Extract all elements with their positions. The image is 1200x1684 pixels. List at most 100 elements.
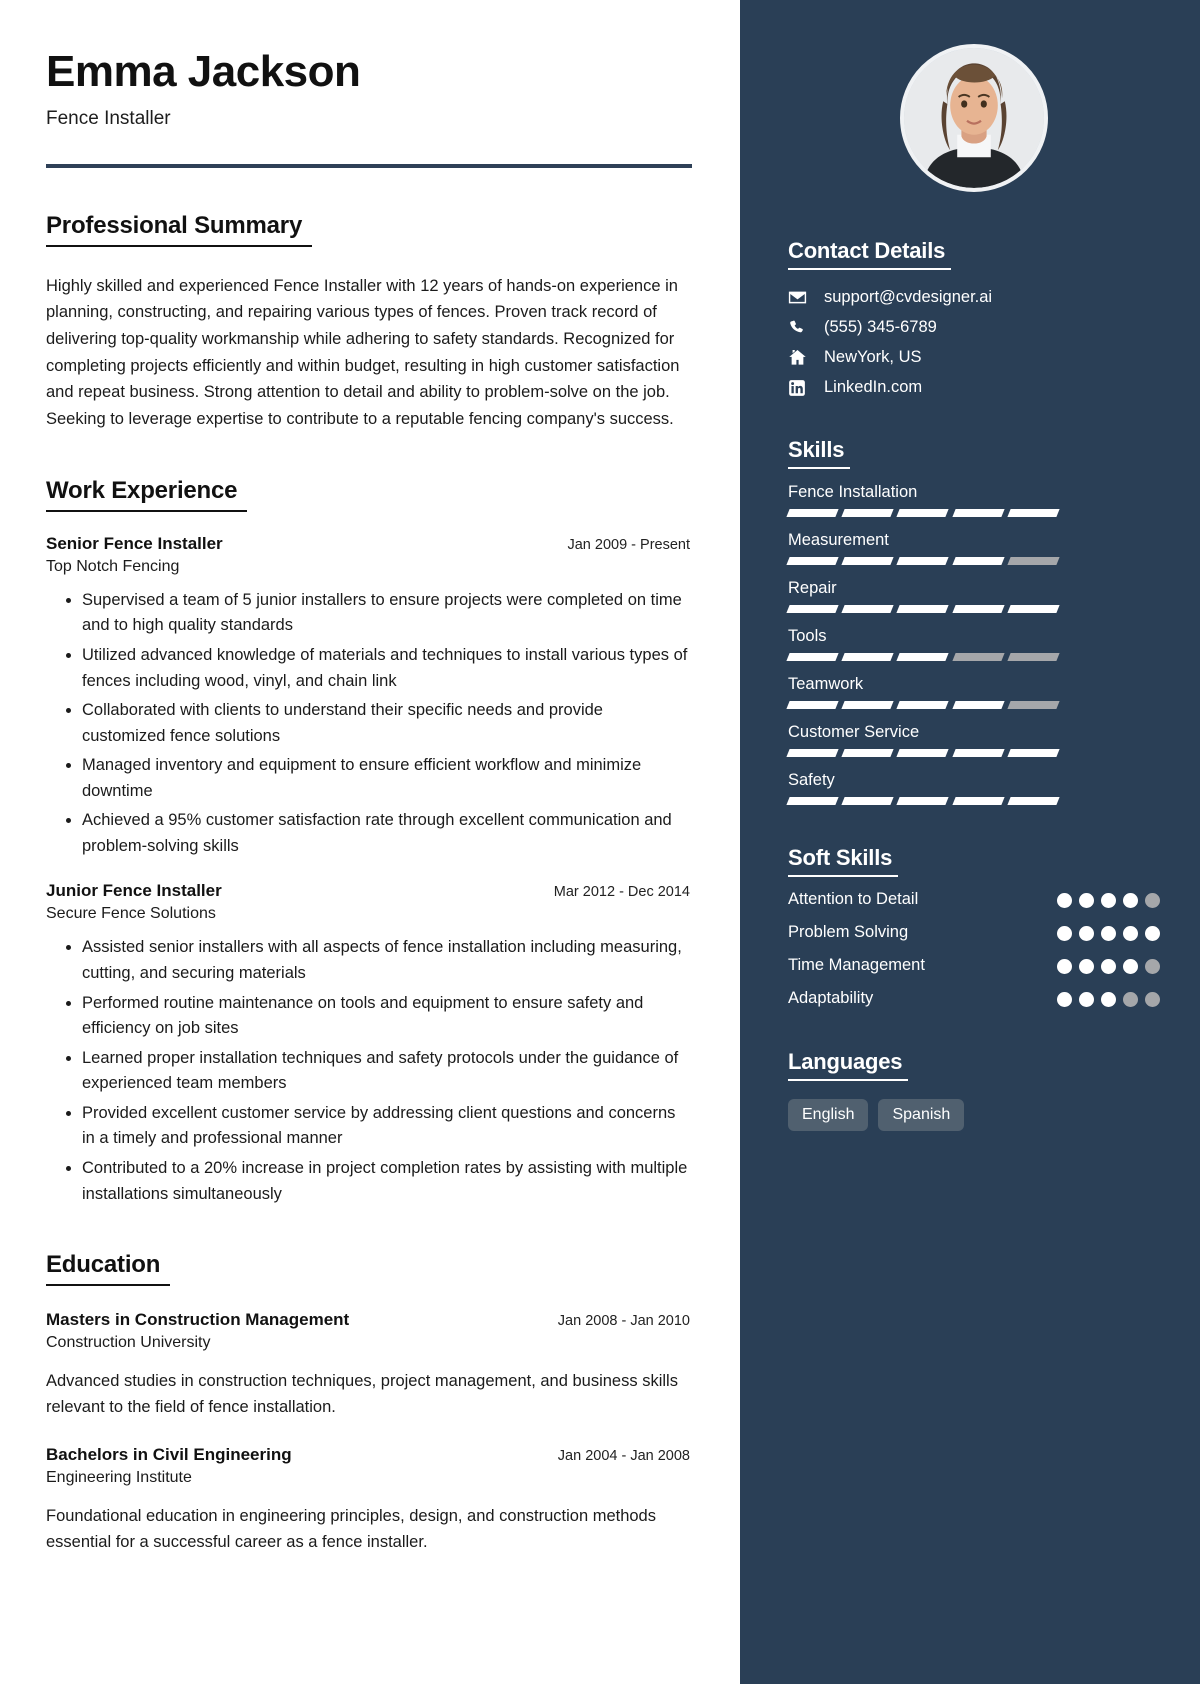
work-bullet: Performed routine maintenance on tools a… [82, 991, 690, 1042]
skill-bar [786, 749, 1060, 757]
soft-skill-name: Attention to Detail [788, 890, 919, 908]
resume-page: Emma Jackson Fence Installer Professiona… [0, 0, 1200, 1684]
phone-icon [788, 318, 814, 337]
soft-skill-name: Problem Solving [788, 923, 909, 942]
home-icon [788, 348, 814, 367]
soft-skill-rating [1057, 955, 1160, 975]
avatar-wrap [788, 44, 1160, 192]
contact-row[interactable]: NewYork, US [788, 348, 1160, 367]
soft-skill-dot [1145, 992, 1160, 1008]
page-title: Emma Jackson Fence Installer [46, 48, 690, 130]
skill-bar [786, 701, 1060, 709]
skill-segment [951, 605, 1005, 613]
soft-skill-dot [1123, 893, 1138, 908]
skill-segment [841, 557, 895, 565]
skill-segment [841, 653, 895, 661]
contact-value: NewYork, US [824, 348, 922, 366]
skill-row: Measurement [786, 531, 1160, 565]
skill-segment [896, 557, 950, 565]
skill-segment [841, 605, 895, 613]
skill-row: Teamwork [786, 675, 1160, 709]
soft-skill-row: Problem Solving [788, 922, 1160, 943]
section-work-experience: Work Experience Senior Fence Installer J… [46, 477, 690, 1207]
candidate-name: Emma Jackson [46, 47, 361, 96]
education-entry-header: Masters in Construction Management Jan 2… [46, 1310, 690, 1330]
skill-segment [841, 509, 895, 517]
soft-skill-dot [1057, 893, 1072, 908]
skill-segment [896, 653, 950, 661]
soft-skill-dot [1123, 992, 1138, 1008]
soft-skill-dot [1145, 893, 1160, 908]
work-bullet: Assisted senior installers with all aspe… [82, 935, 690, 986]
soft-skill-rating [1057, 922, 1160, 942]
work-entry-list: Senior Fence Installer Jan 2009 - Presen… [46, 534, 690, 1207]
skill-segment [896, 605, 950, 613]
soft-skill-dot [1079, 926, 1094, 942]
skill-segment [786, 797, 839, 805]
skill-row: Customer Service [786, 723, 1160, 757]
soft-skill-dot [1057, 992, 1072, 1008]
work-bullet: Learned proper installation techniques a… [82, 1046, 690, 1097]
soft-skill-name: Time Management [788, 956, 925, 975]
contact-row[interactable]: (555) 345-6789 [788, 318, 1160, 337]
skill-bar [786, 653, 1060, 661]
skill-segment [786, 509, 839, 517]
skill-name: Measurement [788, 531, 889, 549]
section-title-languages: Languages [788, 1049, 909, 1082]
skill-bar [786, 557, 1060, 565]
skill-bar [786, 797, 1060, 805]
summary-text: Highly skilled and experienced Fence Ins… [46, 276, 680, 429]
soft-skill-rating [1057, 889, 1160, 908]
work-entry-header: Junior Fence Installer Mar 2012 - Dec 20… [46, 881, 690, 901]
skill-segment [1007, 749, 1060, 757]
skill-segment [1007, 605, 1060, 613]
skill-segment [896, 509, 950, 517]
work-entry-header: Senior Fence Installer Jan 2009 - Presen… [46, 534, 690, 554]
contact-row[interactable]: support@cvdesigner.ai [788, 288, 1160, 307]
work-entry: Junior Fence Installer Mar 2012 - Dec 20… [46, 881, 690, 1207]
education-school: Engineering Institute [46, 1468, 192, 1486]
education-description: Advanced studies in construction techniq… [46, 1372, 678, 1417]
skill-segment [951, 749, 1005, 757]
work-bullet: Achieved a 95% customer satisfaction rat… [82, 808, 690, 859]
section-contact-details: Contact Details support@cvdesigner.ai (5… [788, 238, 1160, 397]
section-skills: Skills Fence Installation Measurement Re… [786, 437, 1160, 805]
soft-skill-row: Adaptability [788, 988, 1160, 1009]
work-organization: Top Notch Fencing [46, 557, 180, 575]
work-date: Mar 2012 - Dec 2014 [553, 884, 690, 901]
contact-row[interactable]: LinkedIn.com [788, 378, 1160, 397]
skill-segment [896, 701, 950, 709]
avatar [900, 44, 1048, 192]
skill-name: Repair [788, 579, 837, 597]
envelope-icon [788, 288, 814, 307]
work-bullet-list: Assisted senior installers with all aspe… [46, 935, 690, 1207]
language-chip: English [788, 1099, 869, 1132]
main-column: Emma Jackson Fence Installer Professiona… [0, 0, 740, 1684]
contact-value: support@cvdesigner.ai [824, 288, 993, 306]
skill-segment [1007, 797, 1060, 805]
skill-name: Safety [788, 771, 835, 789]
education-entry-list: Masters in Construction Management Jan 2… [46, 1310, 690, 1556]
skill-segment [1007, 509, 1060, 517]
work-role: Senior Fence Installer [46, 533, 223, 553]
soft-skill-dot [1101, 959, 1116, 975]
soft-skill-dot [1123, 926, 1138, 942]
skill-name: Fence Installation [788, 483, 918, 501]
skill-segment [1007, 653, 1060, 661]
skill-row: Tools [786, 627, 1160, 661]
soft-skill-dot [1079, 893, 1094, 908]
soft-skill-row: Attention to Detail [788, 889, 1160, 910]
section-languages: Languages English Spanish [788, 1049, 1160, 1132]
language-chip: Spanish [878, 1099, 965, 1132]
skill-segment [1007, 701, 1060, 709]
section-title-education: Education [46, 1251, 171, 1287]
soft-skill-dot [1123, 959, 1138, 975]
education-entry: Masters in Construction Management Jan 2… [46, 1310, 690, 1421]
soft-skill-dot [1101, 926, 1116, 942]
header-divider [46, 163, 692, 168]
skill-segment [896, 797, 950, 805]
soft-skill-dot [1057, 926, 1072, 942]
skill-bar [786, 605, 1060, 613]
work-role: Junior Fence Installer [46, 881, 222, 901]
skill-row: Repair [786, 579, 1160, 613]
